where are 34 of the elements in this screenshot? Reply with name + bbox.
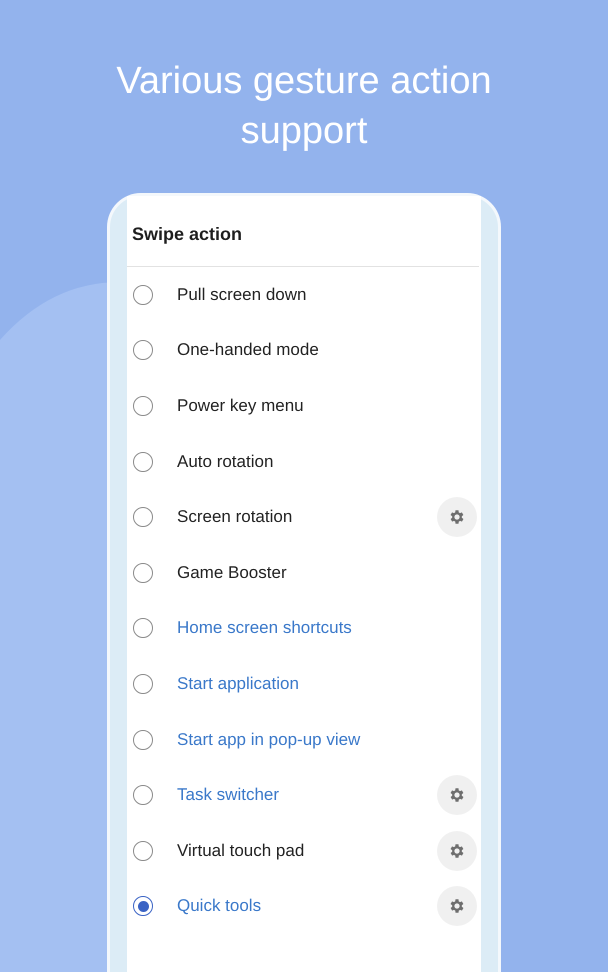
settings-button[interactable] xyxy=(437,497,477,538)
settings-button[interactable] xyxy=(437,886,477,926)
radio-button[interactable] xyxy=(133,840,153,861)
radio-button[interactable] xyxy=(133,507,153,528)
radio-button[interactable] xyxy=(133,785,153,806)
option-label[interactable]: Quick tools xyxy=(177,896,262,916)
radio-button[interactable] xyxy=(133,452,153,472)
settings-button[interactable] xyxy=(437,830,477,871)
headline: Various gesture action support xyxy=(115,59,493,154)
radio-button[interactable] xyxy=(133,340,153,360)
option-label[interactable]: Home screen shortcuts xyxy=(177,618,352,638)
radio-button[interactable] xyxy=(133,284,153,305)
option-label[interactable]: Pull screen down xyxy=(177,284,306,305)
radio-button[interactable] xyxy=(133,730,153,750)
option-label[interactable]: Screen rotation xyxy=(177,507,292,528)
radio-button[interactable] xyxy=(133,674,153,694)
settings-icon xyxy=(448,786,466,804)
option-label[interactable]: Task switcher xyxy=(177,785,280,806)
radio-button[interactable] xyxy=(133,896,153,916)
settings-icon xyxy=(448,508,466,526)
settings-icon xyxy=(448,897,466,916)
radio-button[interactable] xyxy=(133,396,153,416)
option-label[interactable]: Start app in pop-up view xyxy=(177,730,360,750)
option-label[interactable]: Auto rotation xyxy=(177,452,274,472)
settings-icon xyxy=(448,842,466,860)
dialog-title: Swipe action xyxy=(131,223,244,246)
option-label[interactable]: One-handed mode xyxy=(177,340,319,360)
option-label[interactable]: Game Booster xyxy=(177,562,287,583)
settings-button[interactable] xyxy=(437,775,477,816)
radio-button[interactable] xyxy=(133,618,153,638)
option-label[interactable]: Start application xyxy=(177,674,299,694)
option-label[interactable]: Power key menu xyxy=(177,396,304,416)
radio-button[interactable] xyxy=(133,562,153,583)
option-label[interactable]: Virtual touch pad xyxy=(177,840,304,861)
